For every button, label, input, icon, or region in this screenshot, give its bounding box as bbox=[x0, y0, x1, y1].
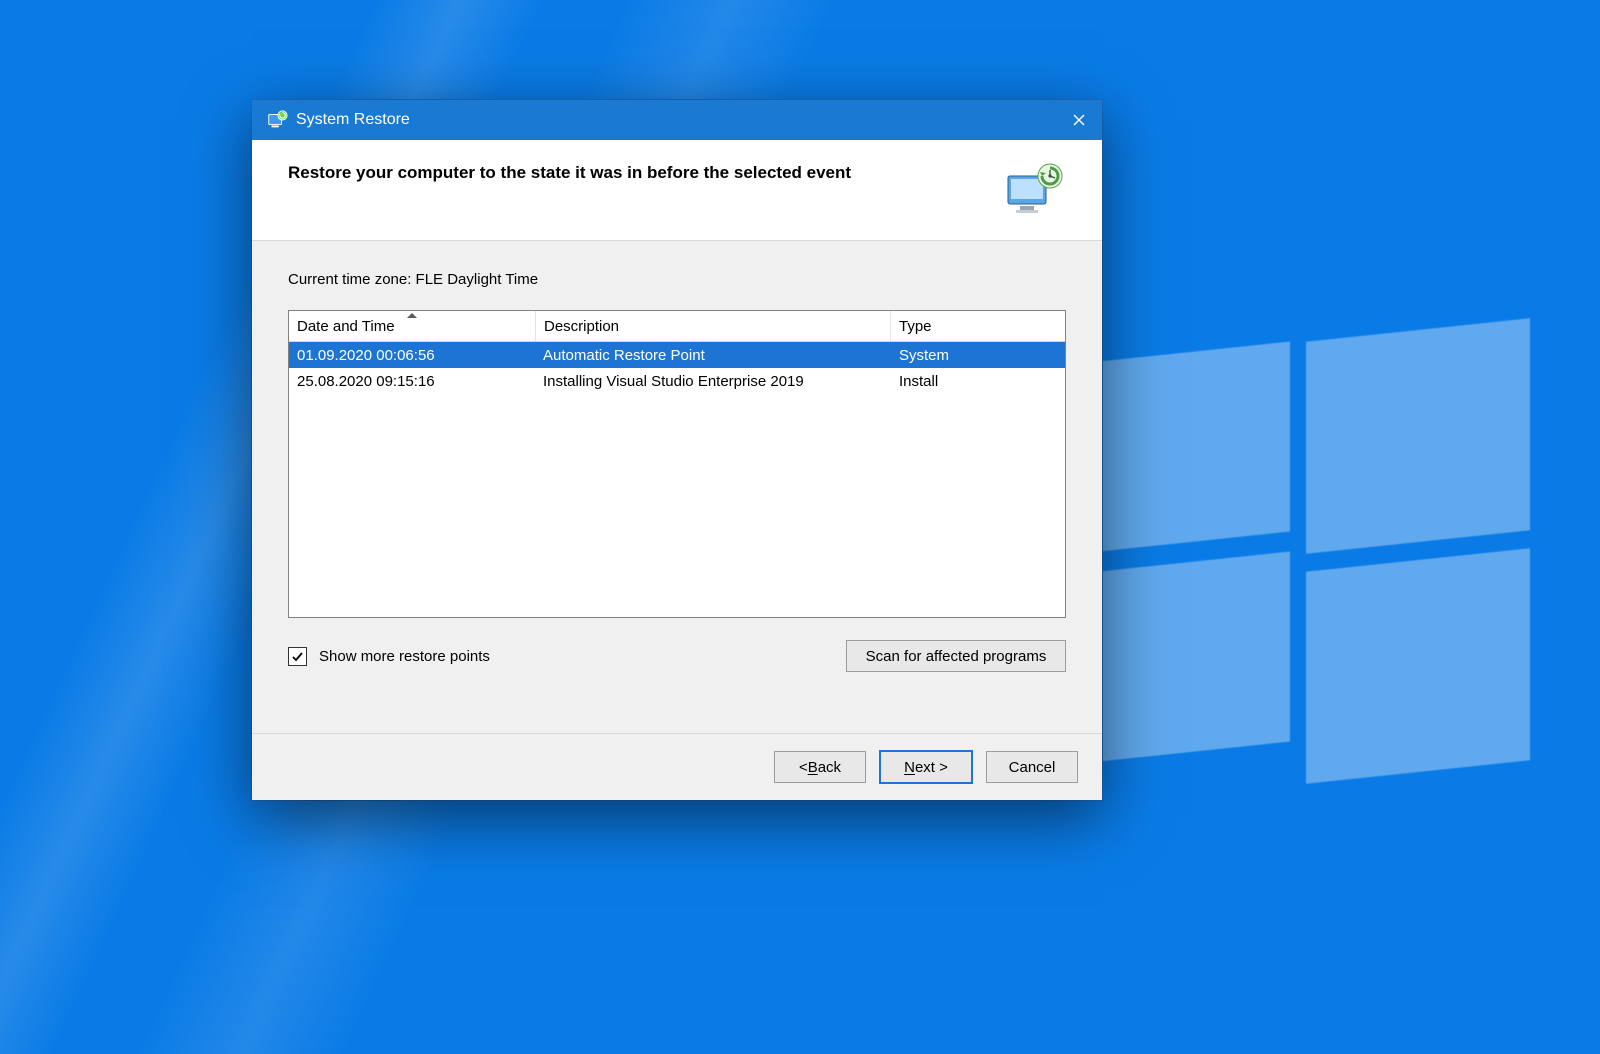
column-header-type-label: Type bbox=[899, 318, 932, 335]
scan-affected-programs-button[interactable]: Scan for affected programs bbox=[846, 640, 1066, 672]
cell-date: 01.09.2020 00:06:56 bbox=[289, 347, 535, 364]
titlebar[interactable]: System Restore bbox=[252, 100, 1102, 140]
cell-description: Automatic Restore Point bbox=[535, 347, 891, 364]
window-title: System Restore bbox=[296, 111, 410, 129]
system-restore-window: System Restore Restore your computer to … bbox=[252, 100, 1102, 800]
show-more-checkbox[interactable] bbox=[288, 647, 307, 666]
column-header-date[interactable]: Date and Time bbox=[289, 311, 536, 341]
cell-type: Install bbox=[891, 373, 1065, 390]
column-header-description-label: Description bbox=[544, 318, 619, 335]
column-header-description[interactable]: Description bbox=[536, 311, 891, 341]
cell-type: System bbox=[891, 347, 1065, 364]
next-button[interactable]: Next > bbox=[880, 751, 972, 783]
show-more-label: Show more restore points bbox=[319, 648, 490, 665]
checkmark-icon bbox=[291, 650, 304, 663]
table-row[interactable]: 01.09.2020 00:06:56Automatic Restore Poi… bbox=[289, 342, 1065, 368]
table-row[interactable]: 25.08.2020 09:15:16Installing Visual Stu… bbox=[289, 368, 1065, 394]
column-header-date-label: Date and Time bbox=[297, 318, 395, 335]
timezone-label: Current time zone: FLE Daylight Time bbox=[288, 271, 1066, 288]
restore-points-table: Date and Time Description Type 01.09.202… bbox=[288, 310, 1066, 618]
desktop-wallpaper: System Restore Restore your computer to … bbox=[0, 0, 1600, 1054]
back-button[interactable]: < Back bbox=[774, 751, 866, 783]
close-button[interactable] bbox=[1056, 100, 1102, 140]
windows-logo-watermark bbox=[1090, 330, 1530, 770]
system-restore-icon bbox=[266, 109, 288, 131]
cell-date: 25.08.2020 09:15:16 bbox=[289, 373, 535, 390]
wizard-header: Restore your computer to the state it wa… bbox=[252, 140, 1102, 241]
cell-description: Installing Visual Studio Enterprise 2019 bbox=[535, 373, 891, 390]
column-header-type[interactable]: Type bbox=[891, 311, 1065, 341]
close-icon bbox=[1073, 114, 1085, 126]
table-body: 01.09.2020 00:06:56Automatic Restore Poi… bbox=[289, 342, 1065, 394]
wizard-body: Current time zone: FLE Daylight Time Dat… bbox=[252, 241, 1102, 686]
cancel-button[interactable]: Cancel bbox=[986, 751, 1078, 783]
table-header-row: Date and Time Description Type bbox=[289, 311, 1065, 342]
page-heading: Restore your computer to the state it wa… bbox=[288, 162, 982, 185]
wizard-footer: < Back Next > Cancel bbox=[252, 733, 1102, 800]
system-restore-large-icon bbox=[1002, 162, 1066, 218]
